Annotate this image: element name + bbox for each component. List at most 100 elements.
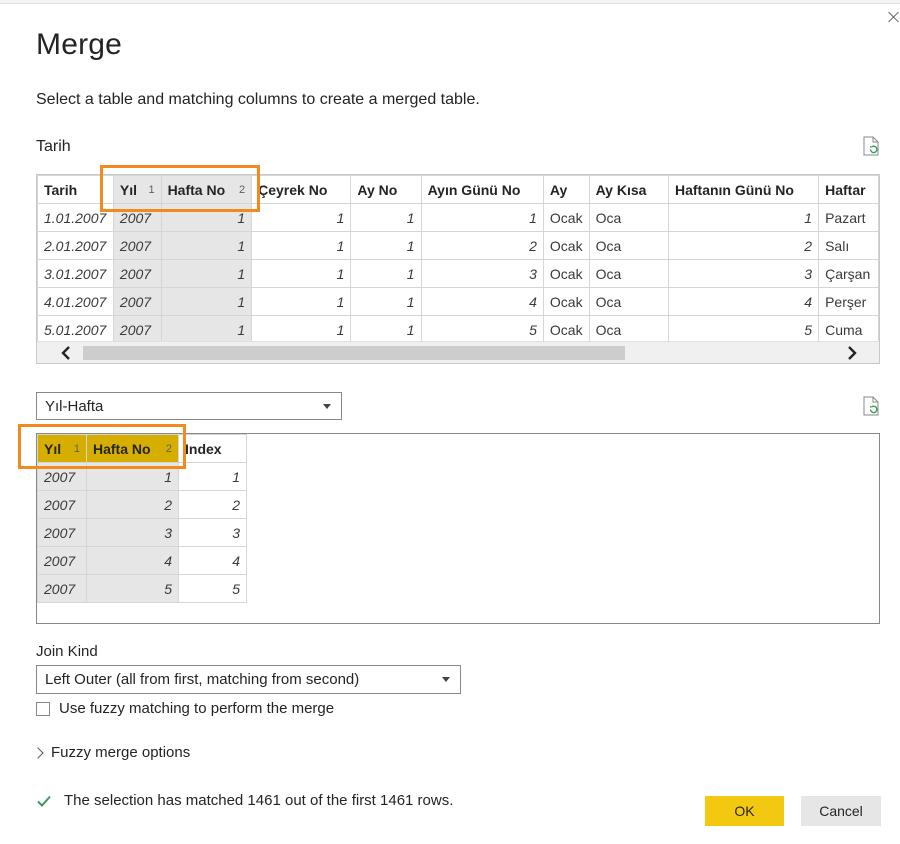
first-table-header-row: Tarih Yıl 1 Hafta No 2 Çeyrek No Ay No Ayı… xyxy=(37,175,879,204)
table-cell: 5 xyxy=(420,315,544,344)
column-header-label: Yıl xyxy=(119,181,138,198)
table-cell: 2 xyxy=(420,231,544,260)
column-header-selected[interactable]: Hafta No 2 xyxy=(86,434,179,463)
scroll-right-icon[interactable] xyxy=(843,344,861,362)
column-header[interactable]: Haftar xyxy=(818,175,879,204)
table-cell: 4 xyxy=(86,546,179,575)
column-header-label: Index xyxy=(185,440,222,457)
second-table-dropdown[interactable]: Yıl-Hafta xyxy=(36,392,342,420)
column-header-label: Hafta No xyxy=(167,181,226,198)
match-status: The selection has matched 1461 out of th… xyxy=(36,792,453,809)
table-cell: Perşer xyxy=(818,287,879,316)
selection-order-badge: 1 xyxy=(73,442,80,455)
scroll-left-icon[interactable] xyxy=(57,344,75,362)
table-cell: 2007 xyxy=(37,574,87,603)
second-table-dropdown-value: Yıl-Hafta xyxy=(45,397,104,415)
fuzzy-merge-options-toggle[interactable]: Fuzzy merge options xyxy=(32,744,191,761)
column-header-selected[interactable]: Yıl 1 xyxy=(37,434,87,463)
dropdown-caret-icon xyxy=(323,403,331,409)
table-row: 2007 3 3 xyxy=(37,518,247,547)
table-cell: 5 xyxy=(178,574,247,603)
table-cell: 1 xyxy=(251,231,352,260)
join-kind-label: Join Kind xyxy=(36,643,98,660)
column-header-selected[interactable]: Hafta No 2 xyxy=(160,175,253,204)
join-kind-dropdown[interactable]: Left Outer (all from first, matching fro… xyxy=(36,665,461,694)
column-header-label: Tarih xyxy=(44,181,78,198)
table-cell: 2.01.2007 xyxy=(37,231,114,260)
column-header[interactable]: Ay Kısa xyxy=(588,175,669,204)
column-header-label: Ayın Günü No xyxy=(427,181,521,198)
checkmark-icon xyxy=(36,793,52,809)
table-cell: 2007 xyxy=(112,203,162,232)
column-header[interactable]: Ayın Günü No xyxy=(420,175,544,204)
scrollbar-thumb[interactable] xyxy=(83,346,625,360)
table-cell: 5 xyxy=(86,574,179,603)
table-cell: 5.01.2007 xyxy=(37,315,114,344)
refresh-preview-icon[interactable] xyxy=(862,136,880,156)
table-cell: Oca xyxy=(588,315,669,344)
selection-order-badge: 1 xyxy=(148,183,155,196)
table-cell: Ocak xyxy=(542,259,590,288)
second-table-grid: Yıl 1 Hafta No 2 Index 2007 1 1 2007 2 2 2… xyxy=(37,434,247,603)
table-cell: 1 xyxy=(251,203,352,232)
table-cell: 2007 xyxy=(37,462,87,491)
table-cell: Cuma xyxy=(818,315,879,344)
table-cell: 2 xyxy=(178,490,247,519)
column-header-label: Haftar xyxy=(825,181,866,198)
table-cell: 2007 xyxy=(112,231,162,260)
column-header[interactable]: Haftanın Günü No xyxy=(667,175,820,204)
ok-button[interactable]: OK xyxy=(705,796,784,826)
table-cell: Ocak xyxy=(542,315,590,344)
table-cell: 2007 xyxy=(37,546,87,575)
table-cell: 2007 xyxy=(112,259,162,288)
table-cell: 5 xyxy=(667,315,820,344)
dialog-subtitle: Select a table and matching columns to c… xyxy=(36,91,480,108)
table-cell: 2007 xyxy=(112,287,162,316)
window-top-strip xyxy=(0,0,900,4)
column-header-label: Ay Kısa xyxy=(595,181,647,198)
join-kind-dropdown-value: Left Outer (all from first, matching fro… xyxy=(45,671,360,688)
horizontal-scrollbar[interactable] xyxy=(37,341,879,363)
table-cell: 1 xyxy=(350,259,422,288)
table-cell: 4.01.2007 xyxy=(37,287,114,316)
column-header-label: Ay xyxy=(549,181,568,198)
table-cell: 1 xyxy=(350,203,422,232)
column-header[interactable]: Index xyxy=(178,434,247,463)
table-cell: 3 xyxy=(420,259,544,288)
table-cell: 2 xyxy=(667,231,820,260)
column-header-label: Yıl xyxy=(44,440,62,457)
table-cell: Oca xyxy=(588,203,669,232)
table-cell: 2007 xyxy=(112,315,162,344)
table-cell: 1 xyxy=(251,259,352,288)
column-header-label: Haftanın Günü No xyxy=(674,181,794,198)
fuzzy-matching-option[interactable]: Use fuzzy matching to perform the merge xyxy=(36,700,334,717)
fuzzy-matching-checkbox[interactable] xyxy=(36,701,50,716)
table-cell: Oca xyxy=(588,287,669,316)
table-cell: 3 xyxy=(178,518,247,547)
table-cell: Salı xyxy=(818,231,879,260)
table-row: 1.01.2007 2007 1 1 1 1 Ocak Oca 1 Pazart xyxy=(37,203,879,232)
column-header-selected[interactable]: Yıl 1 xyxy=(112,175,162,204)
table-cell: 1 xyxy=(420,203,544,232)
column-header-label: Hafta No xyxy=(93,440,151,457)
cancel-button[interactable]: Cancel xyxy=(801,796,881,826)
refresh-preview-icon[interactable] xyxy=(862,396,880,416)
fuzzy-merge-options-label: Fuzzy merge options xyxy=(51,744,191,761)
table-row: 3.01.2007 2007 1 1 1 3 Ocak Oca 3 Çarşan xyxy=(37,259,879,288)
dialog-title: Merge xyxy=(36,28,123,61)
table-cell: 1 xyxy=(251,315,352,344)
table-cell: 3 xyxy=(86,518,179,547)
table-cell: 1 xyxy=(251,287,352,316)
table-cell: 1 xyxy=(667,203,820,232)
table-cell: 1 xyxy=(160,203,253,232)
table-cell: Oca xyxy=(588,231,669,260)
column-header[interactable]: Ay No xyxy=(350,175,422,204)
table-row: 5.01.2007 2007 1 1 1 5 Ocak Oca 5 Cuma xyxy=(37,315,879,344)
selection-order-badge: 2 xyxy=(165,442,172,455)
column-header[interactable]: Tarih xyxy=(37,175,114,204)
table-cell: Oca xyxy=(588,259,669,288)
close-icon[interactable] xyxy=(887,10,900,24)
column-header[interactable]: Ay xyxy=(542,175,590,204)
match-status-text: The selection has matched 1461 out of th… xyxy=(64,792,454,809)
column-header[interactable]: Çeyrek No xyxy=(251,175,352,204)
